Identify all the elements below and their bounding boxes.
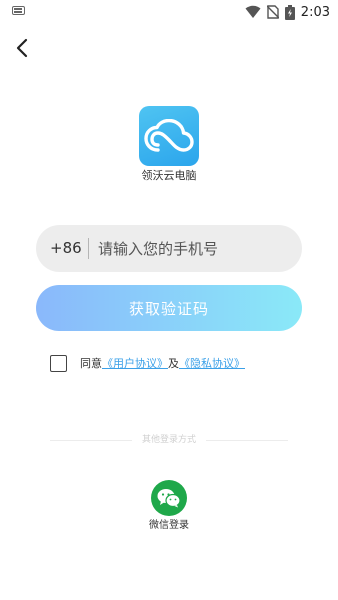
agreement-checkbox[interactable] <box>50 354 67 372</box>
status-time: 2:03 <box>300 4 330 20</box>
back-arrow-icon <box>16 38 28 58</box>
keyboard-icon <box>12 6 25 15</box>
wechat-login-button[interactable] <box>151 480 187 516</box>
user-agreement-link[interactable]: 《用户协议》 <box>102 355 168 371</box>
status-icons: 2:03 <box>245 2 330 22</box>
cloud-logo-icon <box>144 119 194 152</box>
agreement-row: 同意 《用户协议》 及 《隐私协议》 <box>50 353 245 373</box>
agreement-prefix: 同意 <box>80 357 102 370</box>
wechat-login-label: 微信登录 <box>149 520 189 531</box>
other-login-divider: 其他登录方式 <box>50 433 288 447</box>
divider <box>88 238 89 259</box>
battery-charging-icon <box>284 4 295 20</box>
phone-input[interactable] <box>98 225 294 272</box>
agreement-conjunction: 及 <box>168 357 179 370</box>
app-logo <box>139 106 199 166</box>
phone-input-row: +86 <box>36 225 302 272</box>
status-bar: 2:03 <box>0 0 338 24</box>
back-button[interactable] <box>8 34 36 62</box>
app-name: 领沃云电脑 <box>141 169 197 182</box>
get-code-button[interactable]: 获取验证码 <box>36 285 302 331</box>
wechat-icon <box>157 489 181 508</box>
divider-line-right <box>206 440 288 441</box>
country-code[interactable]: +86 <box>50 225 82 272</box>
no-sim-icon <box>266 5 279 19</box>
privacy-agreement-link[interactable]: 《隐私协议》 <box>179 355 245 371</box>
wifi-icon <box>245 5 261 18</box>
